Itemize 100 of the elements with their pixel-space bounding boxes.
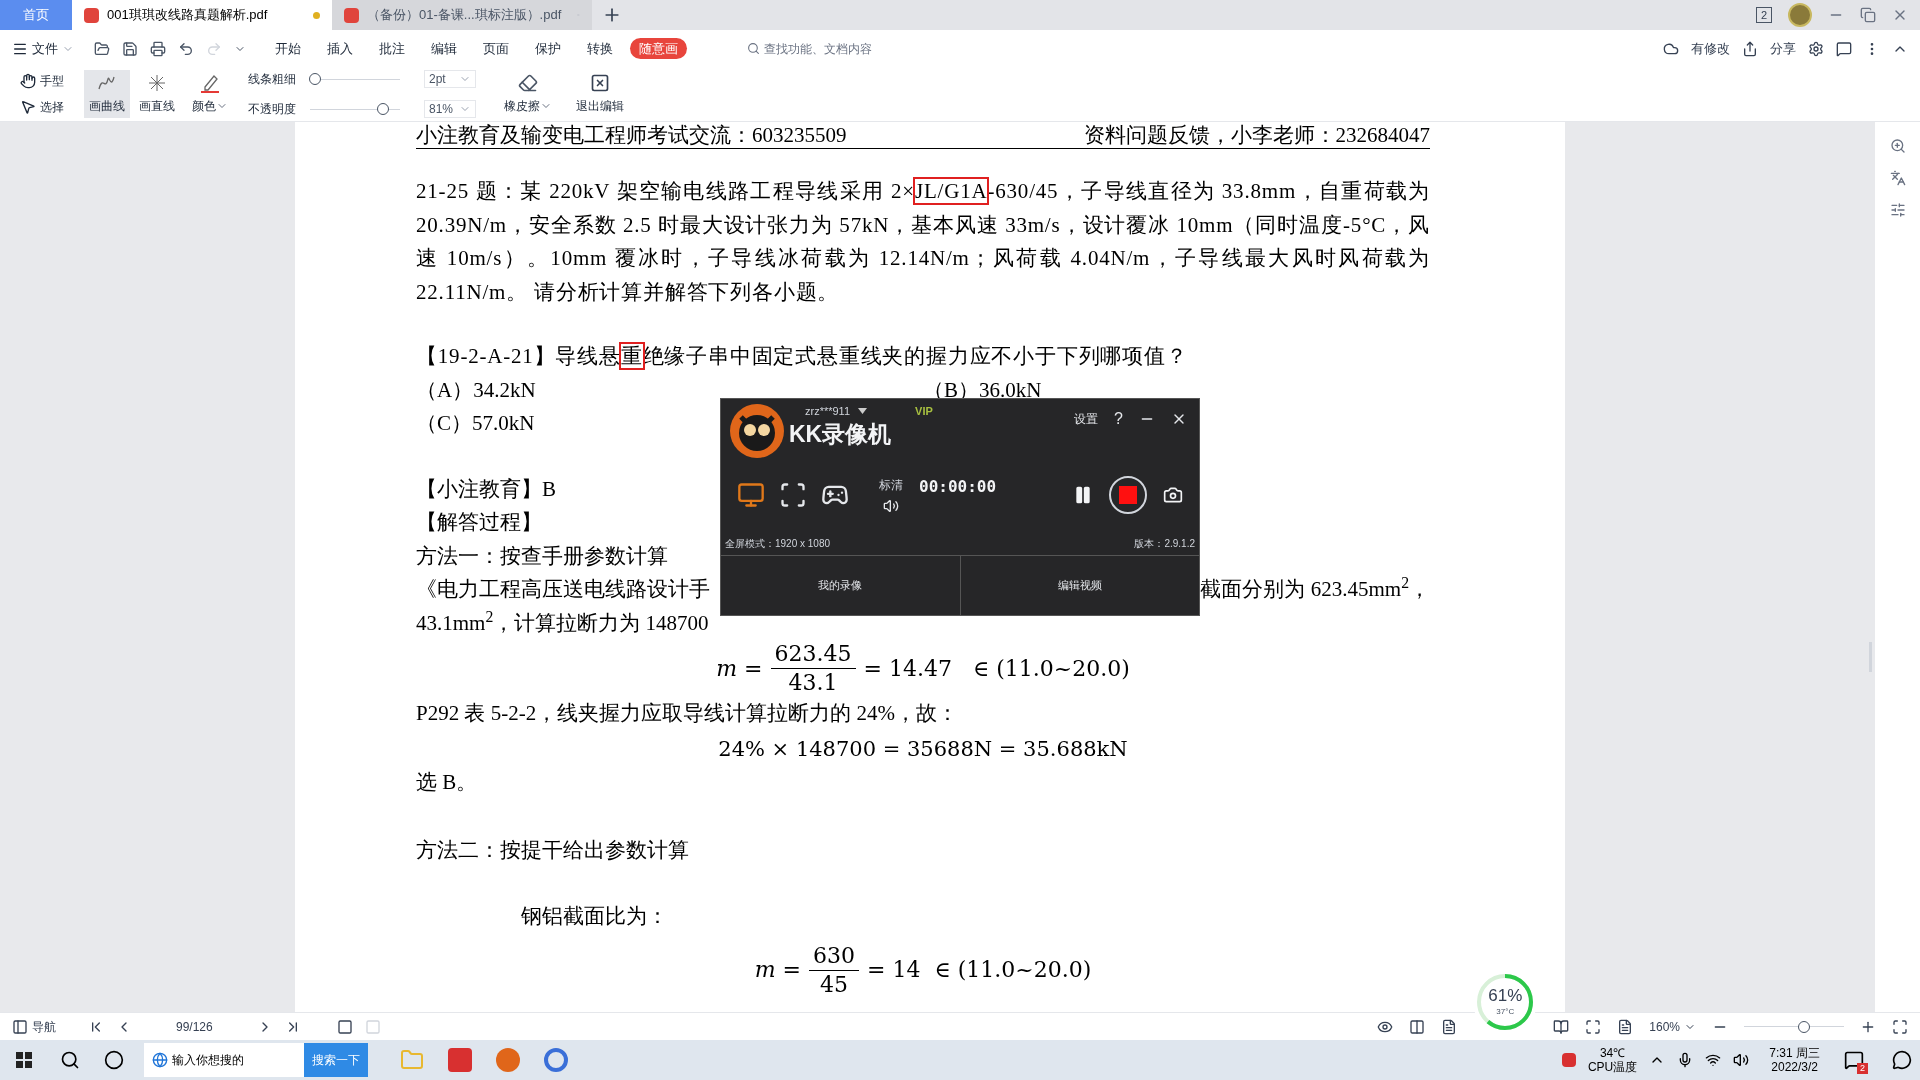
document-tab[interactable]: （备份）01-备课...琪标注版）.pdf (332, 0, 592, 30)
menu-tab[interactable]: 插入 (318, 38, 362, 59)
slider-thumb[interactable] (1798, 1020, 1810, 1033)
mode-button[interactable]: 手型 (40, 72, 64, 90)
value-dropdown[interactable]: 81% (424, 100, 476, 118)
eraser-button[interactable]: 橡皮擦 (504, 97, 540, 115)
settings-icon[interactable] (1808, 40, 1824, 57)
recorder-tab-button[interactable]: 我的录像 (721, 556, 961, 615)
page-icon[interactable] (1617, 1018, 1634, 1035)
globe-icon[interactable] (152, 1052, 168, 1068)
settings-link[interactable]: 设置 (1074, 410, 1099, 428)
camera-icon[interactable] (1163, 485, 1183, 505)
mode-icon[interactable] (779, 481, 807, 509)
menu-tab[interactable]: 批注 (370, 38, 414, 59)
recorder-tab-button[interactable]: 编辑视频 (960, 556, 1199, 615)
fit-page-icon[interactable] (336, 1018, 353, 1035)
menu-tab[interactable]: 开始 (266, 38, 310, 59)
volume-icon[interactable] (1733, 1052, 1750, 1068)
panel-icon[interactable] (12, 1018, 28, 1035)
mode-button[interactable]: 选择 (40, 98, 64, 116)
tab-label: （备份）01-备课...琪标注版）.pdf (367, 6, 562, 25)
print-icon[interactable] (150, 40, 166, 57)
pause-icon[interactable] (1073, 485, 1093, 505)
network-icon[interactable] (1705, 1052, 1722, 1068)
menu-tab[interactable]: 页面 (474, 38, 518, 59)
cat-app-icon[interactable] (496, 1048, 520, 1072)
app-title: KK录像机 (789, 419, 893, 448)
draw-tool-button[interactable]: 画曲线 (84, 70, 130, 118)
exit-edit-button[interactable]: 退出编辑 (576, 97, 624, 115)
share-button[interactable]: 分享 (1770, 38, 1796, 59)
volume-icon[interactable] (883, 498, 899, 514)
fullscreen-icon[interactable] (1892, 1018, 1908, 1035)
translate-icon[interactable] (1889, 170, 1906, 186)
value-dropdown[interactable]: 2pt (424, 70, 476, 88)
equation-lhs: m = (754, 956, 801, 985)
browser-icon[interactable] (544, 1048, 568, 1072)
color-button[interactable]: 颜色 (192, 97, 216, 115)
web-search-field[interactable]: 输入你想搜的 (144, 1043, 304, 1077)
search-icon[interactable] (60, 1050, 80, 1070)
tab-label: 001琪琪改线路真题解析.pdf (107, 6, 268, 25)
comment-icon[interactable] (1836, 40, 1852, 57)
username[interactable]: zrz***911 (805, 403, 851, 420)
modified-button[interactable]: 有修改 (1691, 38, 1730, 59)
double-page-icon[interactable] (1553, 1018, 1570, 1035)
mode-info: 全屏模式：1920 x 1080 (725, 537, 831, 551)
document-tab[interactable]: 001琪琪改线路真题解析.pdf (72, 0, 332, 30)
cortana-icon[interactable] (104, 1050, 124, 1070)
version-label: 版本：2.9.1.2 (1134, 537, 1195, 551)
window-count-badge[interactable]: 2 (1755, 7, 1772, 23)
cpu-temperature: 34℃ (1599, 1046, 1626, 1060)
notification-icon[interactable] (1844, 1050, 1864, 1070)
quality-label[interactable]: 标清 (879, 476, 903, 494)
pencil-icon[interactable] (201, 73, 219, 93)
page-header: 小注教育及输变电工程师考试交流：603235509 (416, 122, 847, 148)
open-folder-icon[interactable] (94, 40, 110, 57)
layout-icon[interactable] (1409, 1018, 1426, 1035)
windows-logo-icon[interactable] (16, 1052, 32, 1068)
fit-icon[interactable] (1585, 1018, 1602, 1035)
numerator: 623.45 (770, 640, 856, 669)
close-box-icon[interactable] (590, 73, 610, 93)
menu-tab[interactable]: 随意画 (630, 38, 687, 59)
slider[interactable] (310, 72, 400, 86)
eraser-icon[interactable] (518, 73, 538, 93)
paragraph: 【小注教育】B (416, 475, 556, 503)
app-tray-icon[interactable] (1561, 1053, 1576, 1067)
pdf-icon (344, 7, 359, 23)
single-page-icon[interactable] (1441, 1018, 1458, 1035)
adjust-icon[interactable] (1889, 202, 1906, 218)
slider-thumb[interactable] (376, 103, 389, 115)
menu-tab[interactable]: 转换 (578, 38, 622, 59)
page-number-field[interactable]: 99/126 (176, 1017, 213, 1036)
pdf-icon (84, 7, 99, 23)
stop-button[interactable] (1109, 476, 1147, 514)
menu-tab[interactable]: 编辑 (422, 38, 466, 59)
nav-toggle[interactable]: 导航 (32, 1017, 56, 1036)
slider[interactable] (310, 102, 400, 116)
undo-icon[interactable] (178, 40, 194, 57)
slider-label: 不透明度 (248, 101, 297, 118)
draw-tool-button[interactable]: 画直线 (134, 70, 180, 118)
save-icon[interactable] (122, 40, 138, 57)
mode-icon[interactable] (737, 481, 765, 509)
search-button[interactable]: 搜索一下 (304, 1043, 368, 1077)
avatar[interactable] (1788, 3, 1812, 27)
equation-rhs: = 14 ∈ (11.0~20.0) (867, 956, 1092, 985)
slider[interactable] (1744, 1019, 1844, 1034)
slider-thumb[interactable] (308, 73, 321, 85)
menu-tab[interactable]: 保护 (526, 38, 570, 59)
help-button[interactable]: ? (1114, 407, 1123, 431)
file-menu[interactable]: 文件 (32, 38, 58, 59)
restore-icon[interactable] (1860, 7, 1876, 23)
paragraph: 钢铝截面比为： (521, 903, 668, 930)
share-icon[interactable] (1742, 40, 1758, 57)
pointer-icon[interactable] (20, 99, 36, 115)
caret-icon[interactable] (858, 408, 868, 415)
action-center-icon[interactable] (1892, 1050, 1912, 1070)
zoom-dropdown[interactable]: 160% (1649, 1017, 1680, 1036)
paragraph: 选 B。 (416, 769, 478, 796)
search-field[interactable]: 查找功能、文档内容 (764, 39, 894, 58)
hand-icon[interactable] (20, 73, 36, 89)
zoom-icon[interactable] (1889, 138, 1906, 154)
